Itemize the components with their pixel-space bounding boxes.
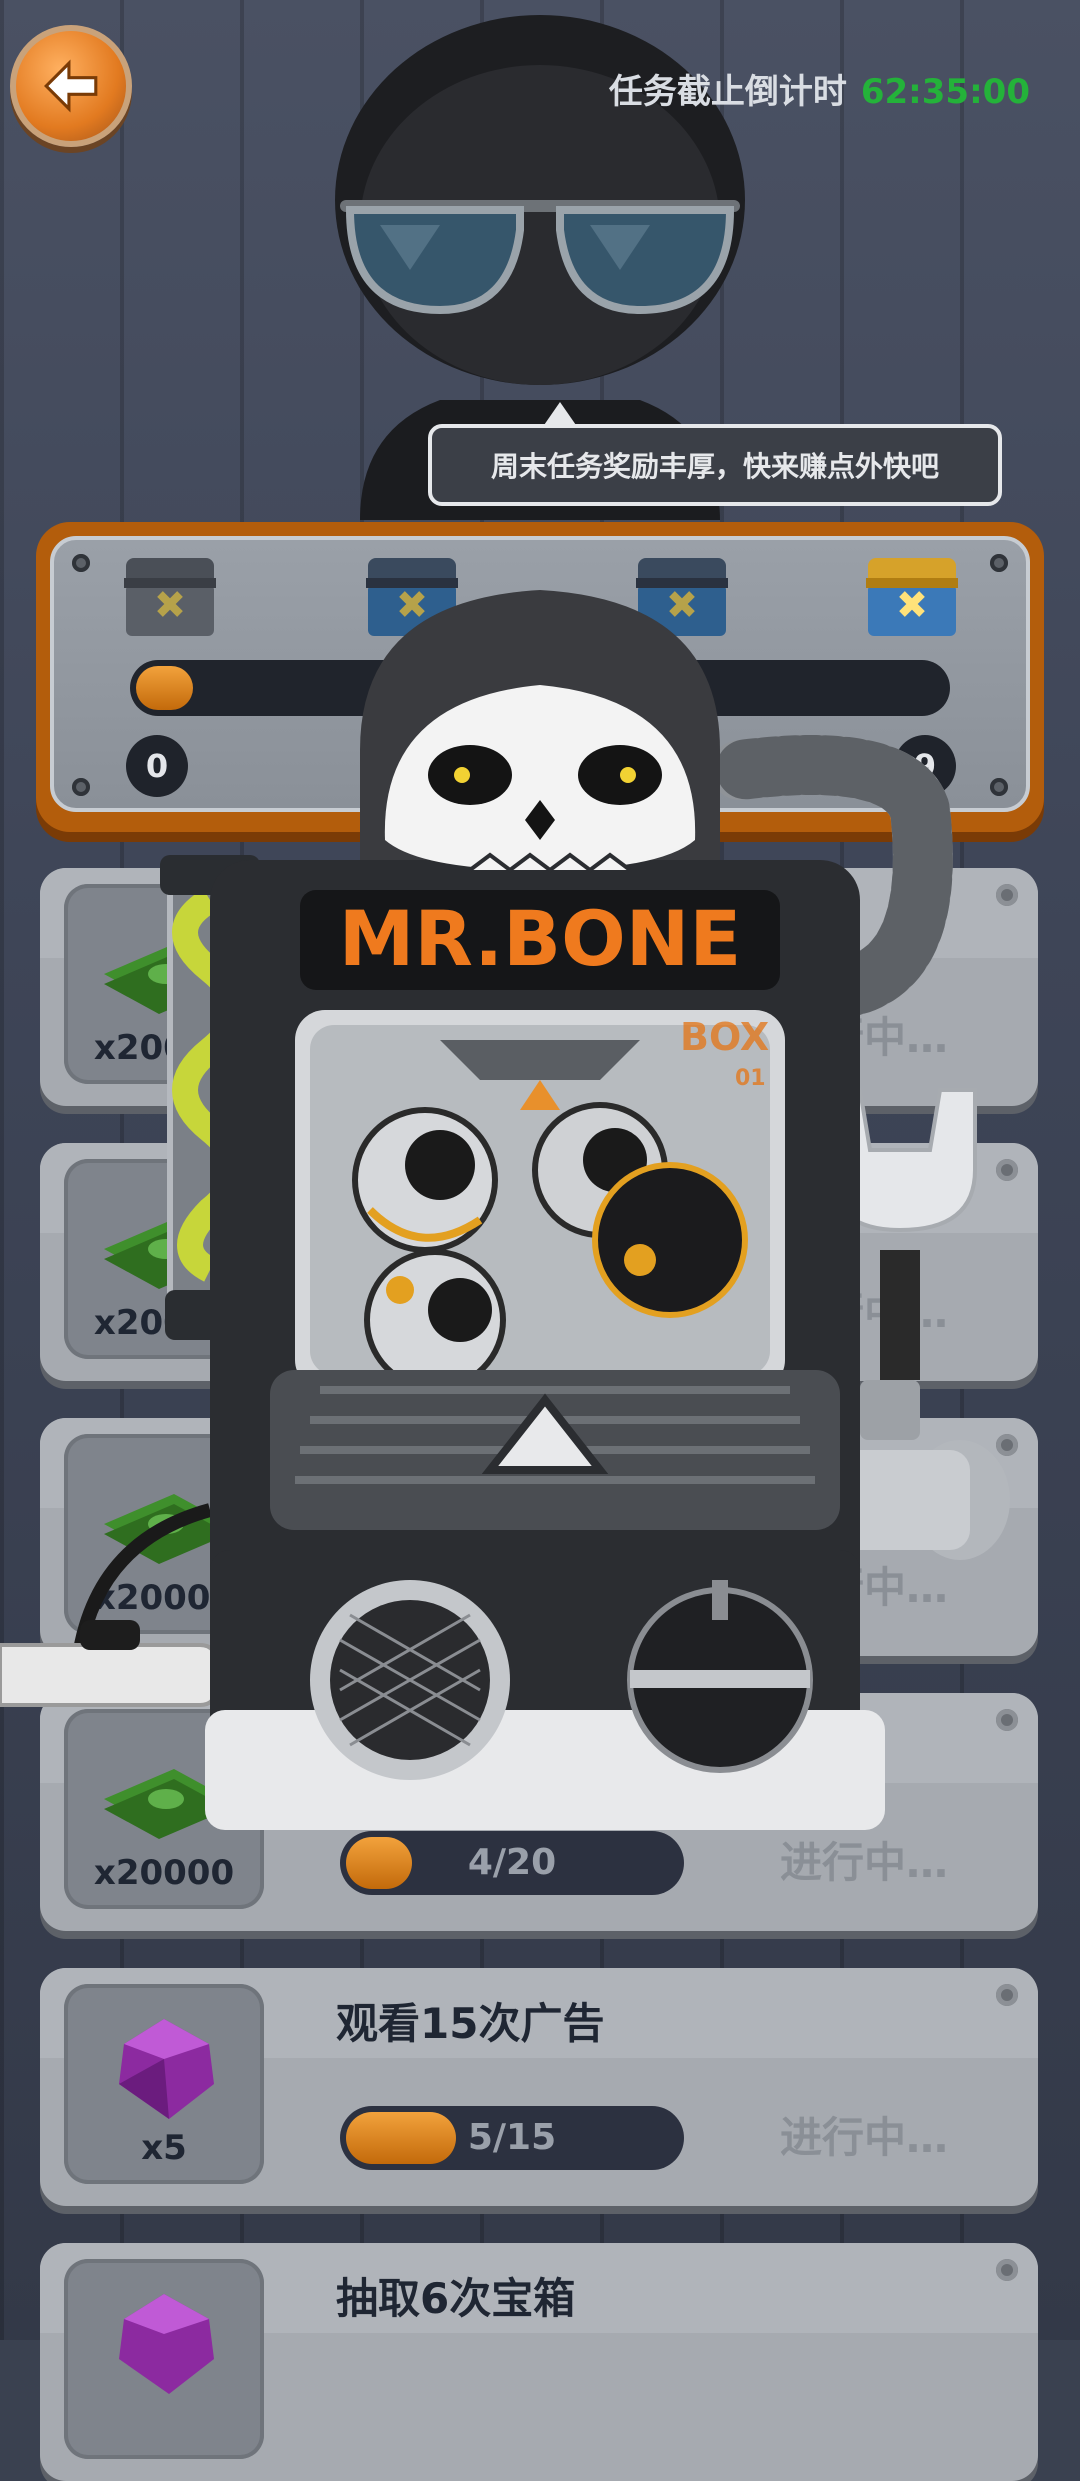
back-button[interactable] [10, 25, 132, 147]
countdown-label: 任务截止倒计时 [608, 72, 847, 112]
countdown: 任务截止倒计时 62:35:00 [609, 64, 1030, 113]
bolt-icon [996, 1984, 1018, 2006]
task-progress-text: 4/20 [467, 1842, 557, 1883]
task-card: x5 观看15次广告 5/15 进行中… [40, 1968, 1038, 2206]
gem-reward [64, 2259, 264, 2459]
machine-title: MR.BONE [339, 894, 742, 983]
back-arrow-icon [44, 59, 98, 113]
task-card: 抽取6次宝箱 [40, 2243, 1038, 2481]
ball-icon [364, 1249, 506, 1391]
reward-count: x5 [141, 2128, 187, 2168]
gem-icon [119, 2294, 214, 2394]
speech-bubble: 周末任务奖励丰厚，快来赚点外快吧 [428, 402, 1002, 506]
reward-count: x20000 [93, 1853, 235, 1893]
ball-icon [592, 1162, 748, 1318]
task-status: 进行中… [780, 1838, 949, 1887]
task-title: 观看15次广告 [336, 1999, 605, 2048]
ball-icon [352, 1107, 498, 1253]
task-title: 抽取6次宝箱 [336, 2274, 576, 2323]
task-progress-text: 5/15 [467, 2117, 557, 2158]
bolt-icon [996, 2259, 1018, 2281]
countdown-timer: 62:35:00 [860, 72, 1030, 112]
box-number: 01 [735, 1066, 766, 1091]
gem-icon [119, 2019, 214, 2119]
task-status: 进行中… [780, 2113, 949, 2162]
mr-bone-machine[interactable]: MR.BONE BOX 01 [0, 570, 1080, 1840]
box-label: BOX [680, 1015, 769, 1059]
